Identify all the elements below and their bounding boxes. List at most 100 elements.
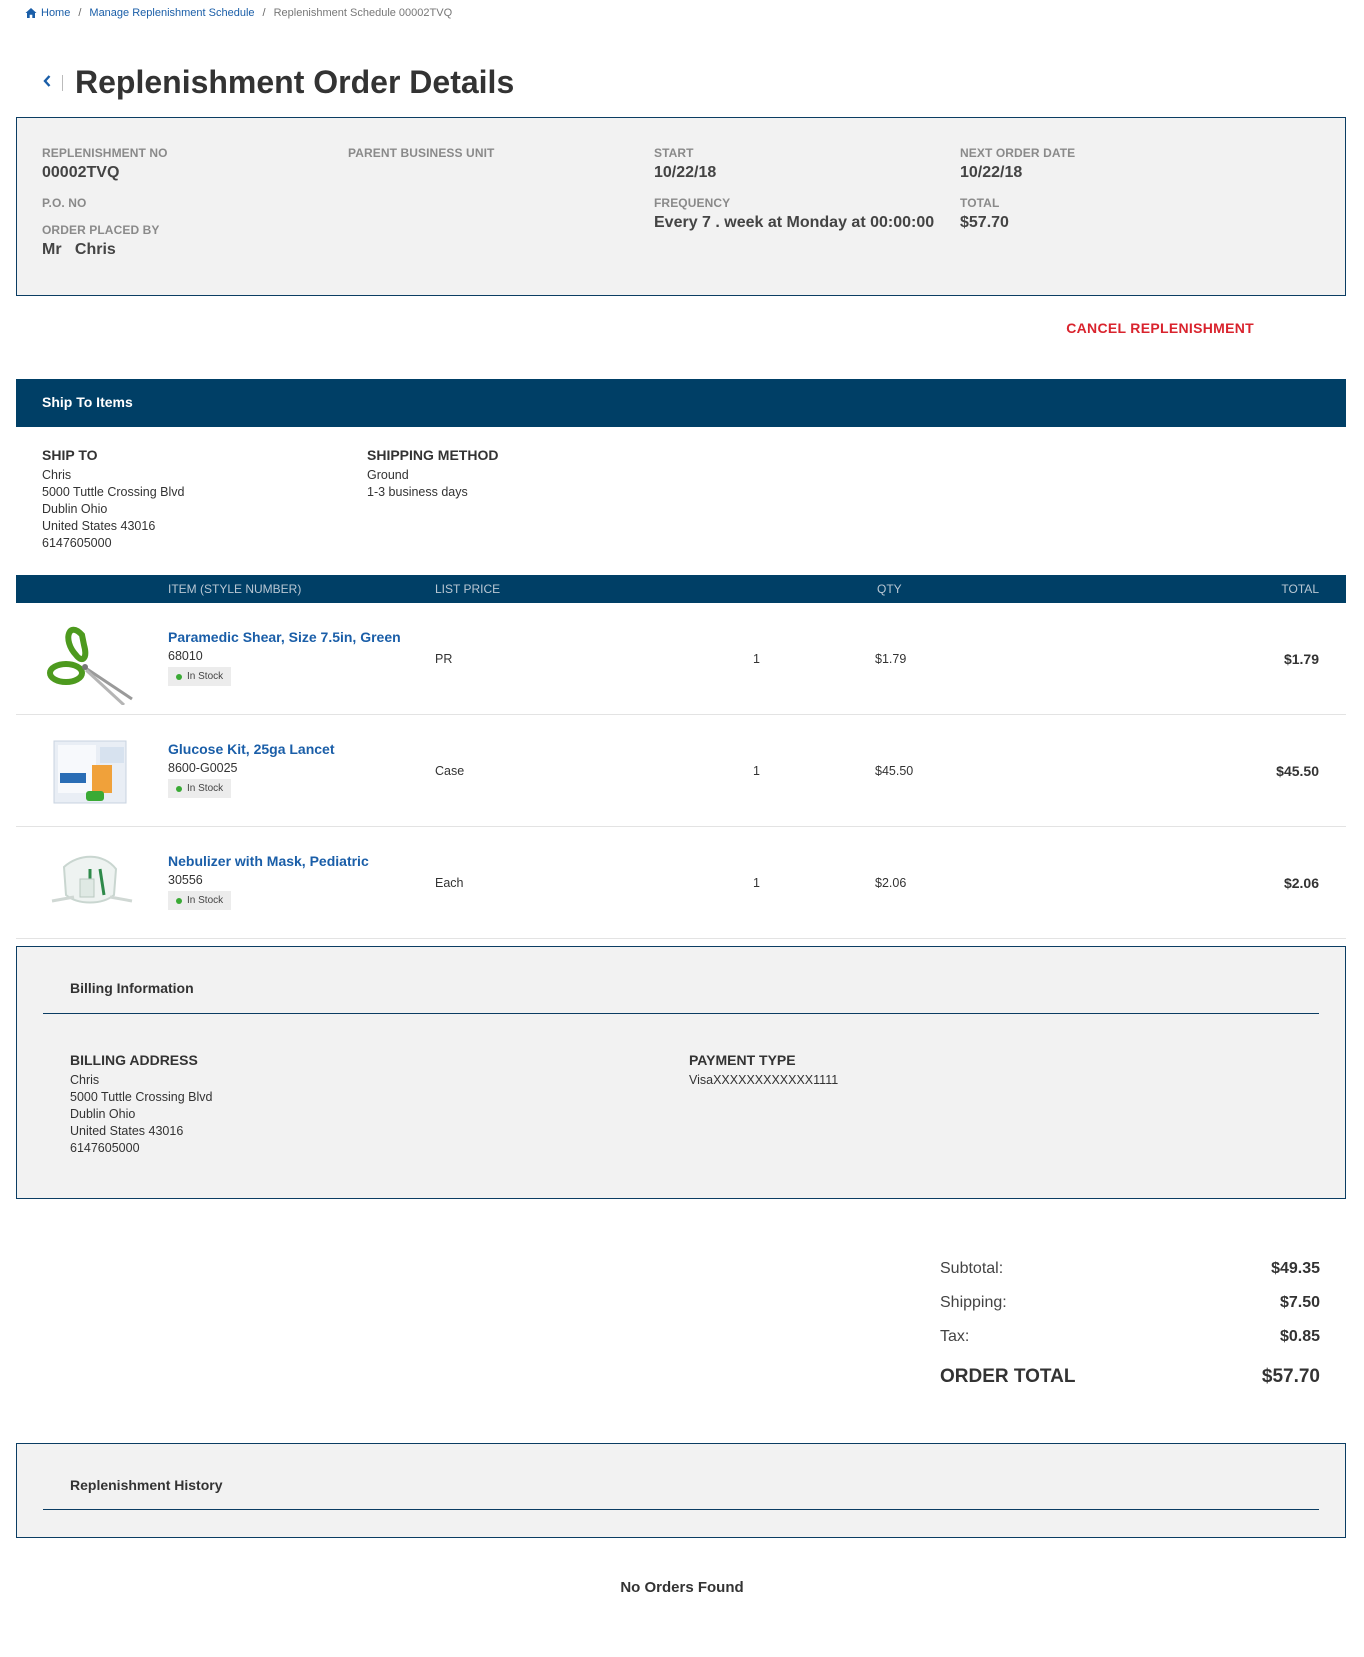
item-total: $2.06 bbox=[1283, 875, 1319, 891]
no-orders-message: No Orders Found bbox=[620, 1579, 744, 1596]
shipping-method-value: Ground bbox=[367, 468, 409, 482]
column-item: ITEM (STYLE NUMBER) bbox=[168, 582, 302, 596]
table-row: Nebulizer with Mask, Pediatric 30556 In … bbox=[16, 827, 1346, 939]
tax-value: $0.85 bbox=[1279, 1328, 1320, 1345]
item-qty: 1 bbox=[753, 764, 760, 778]
ship-to-header: Ship To Items bbox=[16, 379, 1346, 427]
billing-information-title: Billing Information bbox=[70, 980, 194, 996]
replenishment-history-title: Replenishment History bbox=[70, 1477, 223, 1493]
payment-type-value: VisaXXXXXXXXXXXX1111 bbox=[689, 1073, 839, 1087]
breadcrumb-separator: / bbox=[78, 7, 82, 19]
summary-col-schedule: START 10/22/18 FREQUENCY Every 7 . week … bbox=[654, 146, 934, 232]
order-total-row: ORDER TOTAL $57.70 bbox=[940, 1360, 1320, 1394]
payment-type: PAYMENT TYPE VisaXXXXXXXXXXXX1111 bbox=[689, 1052, 838, 1089]
ship-to-line1: 5000 Tuttle Crossing Blvd bbox=[42, 485, 185, 499]
product-image-shears[interactable] bbox=[44, 615, 134, 705]
shipping-value: $7.50 bbox=[1279, 1294, 1320, 1311]
in-stock-badge: In Stock bbox=[168, 779, 232, 798]
billing-address-label: BILLING ADDRESS bbox=[70, 1052, 198, 1068]
billing-line2: Dublin Ohio bbox=[70, 1107, 136, 1121]
billing-address: BILLING ADDRESS Chris 5000 Tuttle Crossi… bbox=[70, 1052, 212, 1157]
stock-status-dot-icon bbox=[176, 785, 182, 792]
total-value: $57.70 bbox=[960, 214, 1009, 231]
frequency-label: FREQUENCY bbox=[654, 196, 731, 210]
ship-to-name: Chris bbox=[42, 468, 72, 482]
cancel-replenishment-button[interactable]: CANCEL REPLENISHMENT bbox=[1066, 320, 1254, 336]
product-image-glucose-kit[interactable] bbox=[44, 727, 134, 817]
billing-line1: 5000 Tuttle Crossing Blvd bbox=[70, 1090, 213, 1104]
order-summary-panel: REPLENISHMENT NO 00002TVQ P.O. NO ORDER … bbox=[16, 117, 1346, 296]
stock-status-label: In Stock bbox=[187, 895, 224, 906]
breadcrumb-current: Replenishment Schedule 00002TVQ bbox=[273, 7, 453, 19]
billing-phone: 6147605000 bbox=[70, 1141, 140, 1155]
item-uom: Each bbox=[435, 876, 464, 890]
stock-status-label: In Stock bbox=[187, 783, 224, 794]
shipping-row: Shipping: $7.50 bbox=[940, 1286, 1320, 1320]
item-sku: 8600-G0025 bbox=[168, 761, 238, 775]
item-list-price: $2.06 bbox=[875, 876, 907, 890]
billing-divider bbox=[43, 1013, 1319, 1014]
order-placed-by-label: ORDER PLACED BY bbox=[42, 223, 160, 237]
order-total-value: $57.70 bbox=[1261, 1366, 1320, 1387]
summary-col-replenishment: REPLENISHMENT NO 00002TVQ P.O. NO ORDER … bbox=[42, 146, 168, 259]
tax-row: Tax: $0.85 bbox=[940, 1320, 1320, 1354]
replenishment-no-value: 00002TVQ bbox=[42, 164, 120, 181]
stock-status-dot-icon bbox=[176, 897, 182, 904]
item-name-link[interactable]: Nebulizer with Mask, Pediatric bbox=[168, 853, 369, 869]
start-value: 10/22/18 bbox=[654, 164, 717, 181]
shipping-method: SHIPPING METHOD Ground 1-3 business days bbox=[367, 447, 498, 501]
breadcrumb-home[interactable]: Home bbox=[41, 7, 70, 19]
item-qty: 1 bbox=[753, 876, 760, 890]
breadcrumb-manage-schedule[interactable]: Manage Replenishment Schedule bbox=[89, 7, 254, 19]
item-total: $45.50 bbox=[1276, 763, 1319, 779]
item-uom: PR bbox=[435, 652, 453, 666]
po-no-label: P.O. NO bbox=[42, 196, 87, 210]
tax-label: Tax: bbox=[940, 1328, 970, 1345]
page: Home / Manage Replenishment Schedule / R… bbox=[0, 0, 1364, 1657]
chevron-left-icon[interactable] bbox=[42, 72, 52, 93]
shipping-method-detail: 1-3 business days bbox=[367, 485, 468, 499]
next-order-date-label: NEXT ORDER DATE bbox=[960, 146, 1076, 160]
payment-type-label: PAYMENT TYPE bbox=[689, 1052, 796, 1068]
shipping-method-label: SHIPPING METHOD bbox=[367, 447, 499, 463]
item-qty: 1 bbox=[753, 652, 760, 666]
table-row: Glucose Kit, 25ga Lancet 8600-G0025 In S… bbox=[16, 715, 1346, 827]
replenishment-no-label: REPLENISHMENT NO bbox=[42, 146, 168, 160]
column-list-price: LIST PRICE bbox=[435, 582, 501, 596]
title-row: Replenishment Order Details bbox=[42, 64, 514, 101]
table-row: Paramedic Shear, Size 7.5in, Green 68010… bbox=[16, 603, 1346, 715]
subtotal-row: Subtotal: $49.35 bbox=[940, 1252, 1320, 1286]
shipping-label: Shipping: bbox=[940, 1294, 1007, 1311]
stock-status-label: In Stock bbox=[187, 671, 224, 682]
order-totals: Subtotal: $49.35 Shipping: $7.50 Tax: $0… bbox=[940, 1252, 1320, 1394]
title-divider bbox=[62, 74, 63, 91]
history-divider bbox=[43, 1509, 1319, 1510]
item-name-link[interactable]: Paramedic Shear, Size 7.5in, Green bbox=[168, 629, 401, 645]
column-qty: QTY bbox=[877, 582, 902, 596]
ship-to-phone: 6147605000 bbox=[42, 536, 112, 550]
start-label: START bbox=[654, 146, 694, 160]
summary-col-parent-bu: PARENT BUSINESS UNIT bbox=[348, 146, 494, 160]
subtotal-label: Subtotal: bbox=[940, 1260, 1004, 1277]
item-uom: Case bbox=[435, 764, 465, 778]
summary-col-next-order: NEXT ORDER DATE 10/22/18 TOTAL $57.70 bbox=[960, 146, 1075, 232]
product-image-nebulizer[interactable] bbox=[44, 839, 134, 929]
next-order-date-value: 10/22/18 bbox=[960, 164, 1023, 181]
order-total-label: ORDER TOTAL bbox=[940, 1366, 1076, 1387]
breadcrumb-separator: / bbox=[262, 7, 266, 19]
items-table-header: ITEM (STYLE NUMBER) LIST PRICE QTY TOTAL bbox=[16, 575, 1346, 603]
item-name-link[interactable]: Glucose Kit, 25ga Lancet bbox=[168, 741, 335, 757]
replenishment-history-panel: Replenishment History bbox=[16, 1443, 1346, 1538]
frequency-value: Every 7 . week at Monday at 00:00:00 bbox=[654, 214, 935, 231]
item-sku: 68010 bbox=[168, 649, 203, 663]
home-icon[interactable] bbox=[25, 7, 37, 19]
parent-business-unit-label: PARENT BUSINESS UNIT bbox=[348, 146, 495, 160]
billing-information-panel: Billing Information BILLING ADDRESS Chri… bbox=[16, 946, 1346, 1199]
item-total: $1.79 bbox=[1283, 651, 1319, 667]
ship-to-address: SHIP TO Chris 5000 Tuttle Crossing Blvd … bbox=[42, 447, 184, 552]
ship-to-label: SHIP TO bbox=[42, 447, 98, 463]
item-list-price: $45.50 bbox=[875, 764, 914, 778]
ship-to-line3: United States 43016 bbox=[42, 519, 156, 533]
subtotal-value: $49.35 bbox=[1271, 1260, 1320, 1277]
column-total: TOTAL bbox=[1281, 582, 1319, 596]
